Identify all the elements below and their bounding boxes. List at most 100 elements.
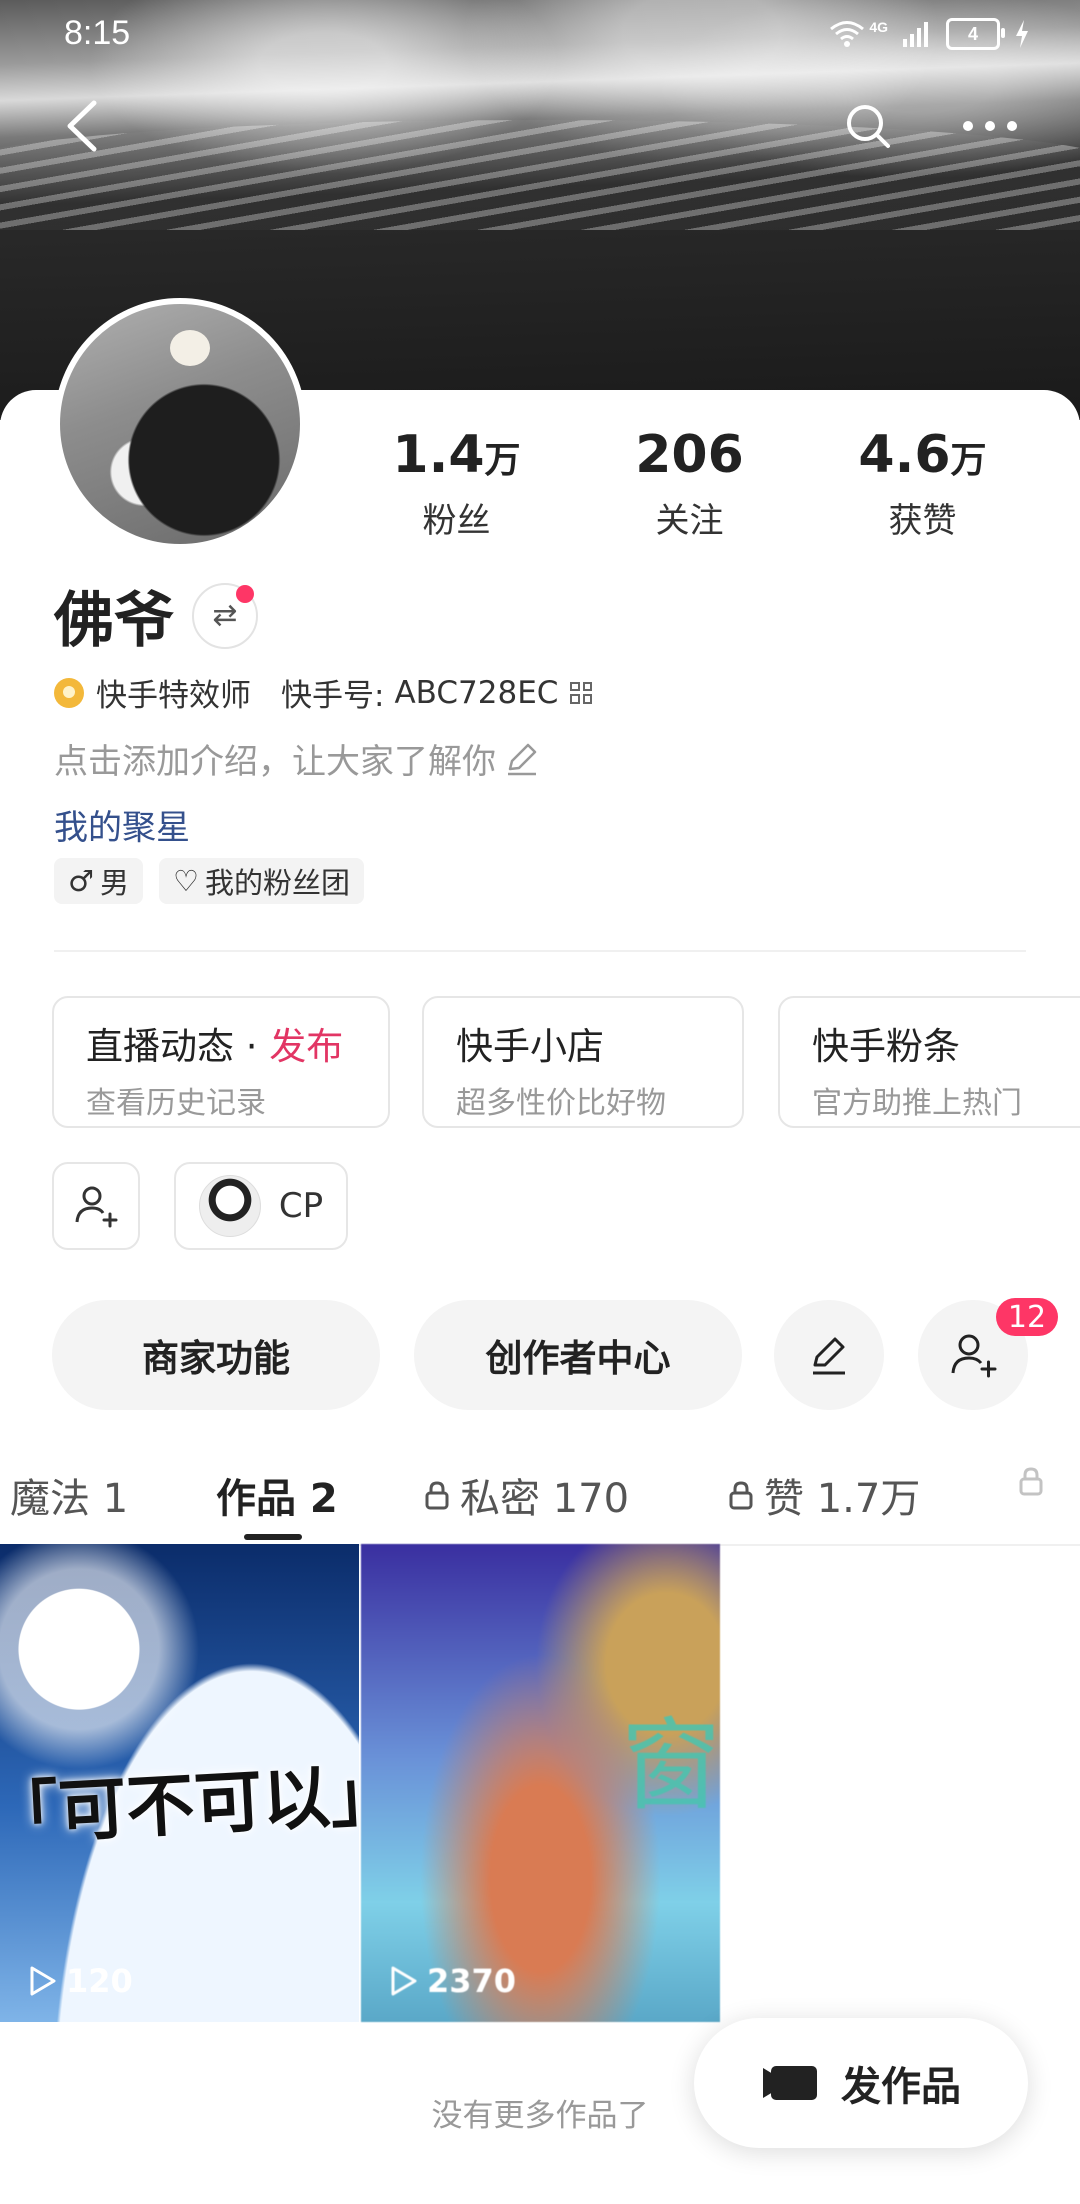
tab-label: 魔法 1 (10, 1476, 129, 1522)
search-button[interactable] (838, 96, 898, 156)
gender-tag: ♂ 男 (54, 858, 144, 904)
separator-dot: · (245, 1025, 258, 1068)
lock-icon (729, 1481, 753, 1510)
status-time: 8:15 (64, 14, 131, 52)
tab-more-locked[interactable] (1018, 1466, 1044, 1496)
battery-level: 4 (967, 24, 978, 44)
battery-icon: 4 (946, 18, 1005, 50)
video-thumbnail[interactable]: 「可不可以」 120 (0, 1544, 359, 2022)
edit-icon (813, 1337, 845, 1375)
fan-group-label: 我的粉丝团 (205, 866, 351, 900)
edit-pencil-icon (508, 743, 537, 775)
notification-dot (236, 584, 254, 603)
id-label: 快手号: (281, 678, 385, 714)
add-friend-button[interactable] (52, 1162, 140, 1250)
edit-profile-button[interactable] (774, 1300, 884, 1410)
qrcode-icon[interactable] (570, 681, 593, 704)
tab-private[interactable]: 私密 170 (424, 1466, 629, 1524)
feature-title: 快手粉条 (812, 1025, 960, 1068)
feature-subtitle: 官方助推上热门 (812, 1086, 1022, 1121)
stat-value: 4.6万 (806, 425, 1039, 491)
cp-label: CP (278, 1186, 324, 1226)
feature-subtitle: 超多性价比好物 (456, 1086, 666, 1121)
male-icon: ♂ (68, 864, 94, 898)
bio-placeholder: 点击添加介绍，让大家了解你 (54, 742, 496, 782)
creator-center-button[interactable]: 创作者中心 (414, 1300, 742, 1410)
video-caption: 「可不可以」 (0, 1754, 359, 1856)
more-dots-icon (963, 121, 1017, 131)
notification-badge: 12 (996, 1298, 1058, 1336)
followers-count: 1.4 (392, 425, 485, 485)
following-count: 206 (635, 425, 744, 485)
play-count: 2370 (389, 1962, 516, 2000)
video-camera-icon (763, 2066, 817, 2100)
live-dynamic-card[interactable]: 直播动态 · 发布 查看历史记录 (52, 996, 390, 1128)
avatar-flower (170, 330, 210, 366)
stat-likes[interactable]: 4.6万 获赞 (806, 425, 1039, 542)
status-bar: 8:15 4G 4 (0, 0, 1080, 70)
content-tabs: 魔法 1 作品 2 私密 170 赞 1.7万 (0, 1448, 1080, 1546)
feature-title: 快手小店 (456, 1025, 604, 1068)
avatar[interactable] (54, 298, 306, 550)
kuaishou-shop-card[interactable]: 快手小店 超多性价比好物 (422, 996, 744, 1128)
medal-icon (54, 677, 84, 708)
back-arrow-icon (67, 100, 97, 152)
tab-likes[interactable]: 赞 1.7万 (728, 1466, 920, 1524)
juxing-link[interactable]: 我的聚星 (54, 800, 190, 849)
video-thumbnail[interactable]: 窗 2370 (361, 1544, 720, 2022)
feature-subtitle: 查看历史记录 (86, 1086, 266, 1121)
play-icon (391, 1966, 417, 1996)
publish-label: 发作品 (841, 2064, 961, 2110)
bio-row[interactable]: 点击添加介绍，让大家了解你 (54, 734, 540, 783)
id-row: 快手特效师 快手号: ABC728EC (54, 670, 593, 715)
gender-label: 男 (100, 866, 130, 900)
feature-title: 直播动态 · 发布 (86, 1016, 356, 1070)
search-icon (847, 105, 890, 148)
swap-icon: ⇄ (212, 598, 238, 633)
network-type: 4G (869, 19, 888, 35)
switch-account-button[interactable]: ⇄ (192, 582, 258, 649)
divider (54, 950, 1026, 952)
add-user-icon (75, 1186, 118, 1228)
play-count-value: 2370 (427, 1962, 517, 2000)
badge-title[interactable]: 快手特效师 (96, 670, 251, 715)
signal-icon (903, 22, 928, 47)
charging-icon (1016, 20, 1028, 48)
back-button[interactable] (52, 96, 112, 156)
tab-label: 赞 1.7万 (764, 1476, 921, 1522)
play-count: 120 (28, 1962, 133, 2000)
publish-works-button[interactable]: 发作品 (694, 2018, 1028, 2148)
id-value: ABC728EC (394, 674, 559, 711)
merchant-button[interactable]: 商家功能 (52, 1300, 380, 1410)
tags-row: ♂ 男 ♡ 我的粉丝团 (54, 858, 365, 904)
kuaishou-fentiao-card[interactable]: 快手粉条 官方助推上热门 (778, 996, 1080, 1128)
wifi-icon (830, 21, 865, 47)
following-label: 关注 (655, 501, 724, 541)
likes-unit: 万 (950, 440, 987, 481)
stat-following[interactable]: 206 关注 (573, 425, 806, 542)
profile-name: 佛爷 (54, 586, 174, 656)
lock-icon (425, 1481, 449, 1510)
tab-works[interactable]: 作品 2 (216, 1466, 338, 1524)
profile-stats: 1.4万 粉丝 206 关注 4.6万 获赞 (340, 425, 1040, 542)
heart-icon: ♡ (173, 864, 200, 898)
tab-label: 私密 170 (460, 1476, 630, 1522)
status-icons: 4G 4 (829, 18, 1030, 50)
followers-unit: 万 (484, 440, 521, 481)
more-button[interactable] (960, 96, 1020, 156)
likes-label: 获赞 (888, 501, 957, 541)
fan-group-tag[interactable]: ♡ 我的粉丝团 (159, 858, 365, 904)
active-tab-indicator (244, 1534, 302, 1540)
video-caption: 窗 (621, 1707, 720, 1824)
publish-link[interactable]: 发布 (269, 1025, 343, 1068)
lock-icon (1019, 1467, 1043, 1496)
stat-value: 1.4万 (340, 425, 573, 491)
cp-button[interactable]: CP (174, 1162, 348, 1250)
play-count-value: 120 (66, 1962, 133, 2000)
stat-followers[interactable]: 1.4万 粉丝 (340, 425, 573, 542)
tab-magic[interactable]: 魔法 1 (10, 1466, 128, 1524)
live-title: 直播动态 (86, 1025, 234, 1068)
tab-label: 作品 2 (216, 1476, 338, 1522)
followers-label: 粉丝 (422, 501, 491, 541)
play-icon (30, 1966, 56, 1996)
